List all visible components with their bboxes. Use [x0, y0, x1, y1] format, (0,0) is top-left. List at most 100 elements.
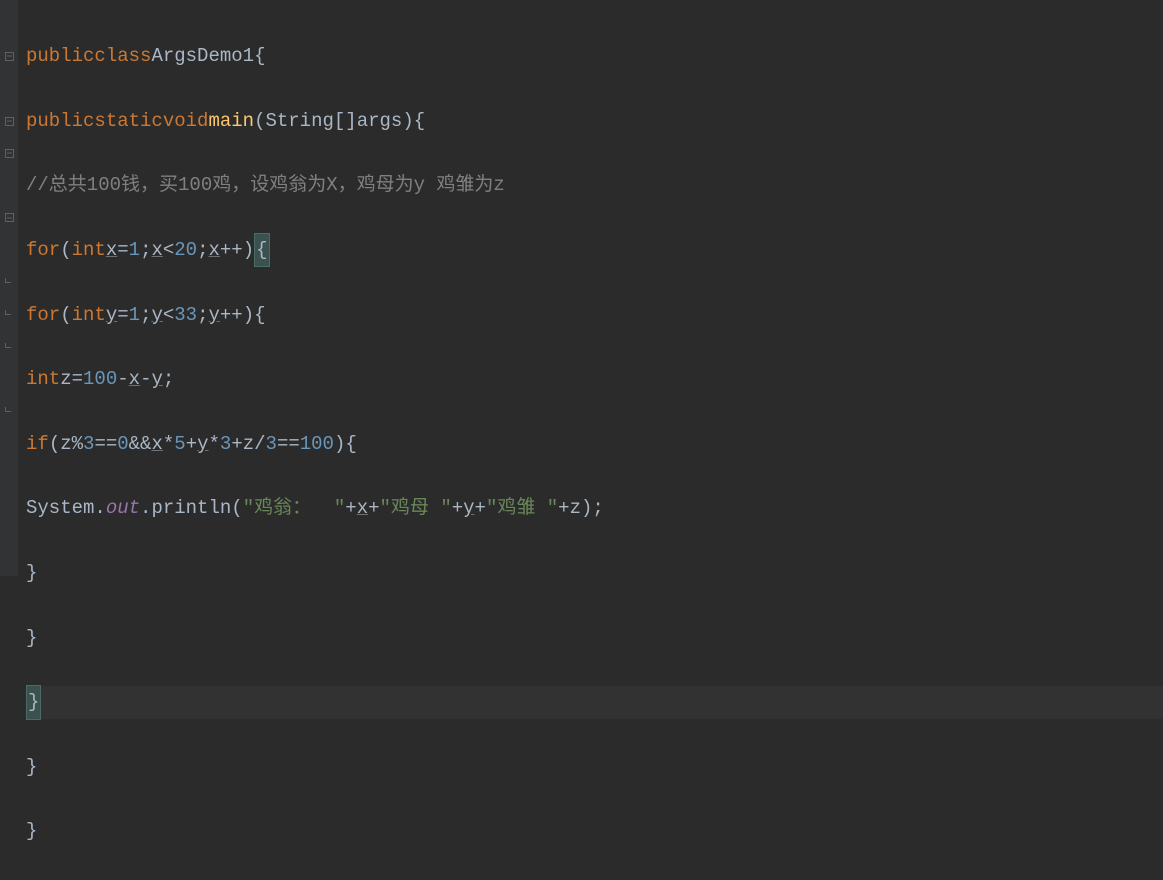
method-call: println — [151, 492, 231, 524]
class-name: ArgsDemo1 — [151, 40, 254, 72]
number: 0 — [117, 428, 128, 460]
param: args — [357, 105, 403, 137]
fold-end-icon — [5, 407, 14, 416]
semicolon: ; — [140, 299, 151, 331]
gutter-fold[interactable] — [0, 105, 18, 137]
gutter-fold-end[interactable] — [0, 396, 18, 428]
fold-minus-icon — [5, 149, 14, 158]
operator: + — [186, 428, 197, 460]
brackets: [] — [334, 105, 357, 137]
gutter-line — [0, 428, 18, 460]
operator: * — [163, 428, 174, 460]
operator: < — [163, 234, 174, 266]
number: 100 — [300, 428, 334, 460]
paren: ) — [243, 234, 254, 266]
variable: z — [243, 428, 254, 460]
brace-matched: { — [254, 233, 269, 267]
gutter-line — [0, 363, 18, 395]
variable: y — [151, 299, 162, 331]
gutter-fold[interactable] — [0, 137, 18, 169]
operator: = — [117, 234, 128, 266]
code-line: } — [26, 815, 1163, 847]
number: 20 — [174, 234, 197, 266]
fold-minus-icon — [5, 213, 14, 222]
keyword: int — [26, 363, 60, 395]
keyword: if — [26, 428, 49, 460]
fold-end-icon — [5, 278, 14, 287]
paren: ( — [254, 105, 265, 137]
variable: x — [209, 234, 220, 266]
brace: { — [345, 428, 356, 460]
brace: { — [414, 105, 425, 137]
operator: + — [231, 428, 242, 460]
paren: ) — [581, 492, 592, 524]
code-line: } — [26, 557, 1163, 589]
operator: + — [345, 492, 356, 524]
dot: . — [94, 492, 105, 524]
gutter-fold-end[interactable] — [0, 331, 18, 363]
class-ref: System — [26, 492, 94, 524]
method-name: main — [208, 105, 254, 137]
semicolon: ; — [140, 234, 151, 266]
keyword: for — [26, 299, 60, 331]
code-line: //总共100钱，买100鸡，设鸡翁为X，鸡母为y 鸡雏为z — [26, 169, 1163, 201]
string: "鸡母 " — [380, 492, 452, 524]
code-line: System.out.println("鸡翁： "+x+"鸡母 "+y+"鸡雏 … — [26, 492, 1163, 524]
code-line: } — [26, 751, 1163, 783]
paren: ) — [402, 105, 413, 137]
variable: x — [151, 428, 162, 460]
operator: = — [72, 363, 83, 395]
code-editor[interactable]: public class ArgsDemo1 { public static v… — [18, 0, 1163, 576]
code-line: public class ArgsDemo1 { — [26, 40, 1163, 72]
fold-minus-icon — [5, 52, 14, 61]
operator: < — [163, 299, 174, 331]
gutter-line — [0, 169, 18, 201]
semicolon: ; — [197, 234, 208, 266]
brace: } — [26, 622, 37, 654]
brace: } — [26, 751, 37, 783]
number: 1 — [129, 299, 140, 331]
operator: - — [117, 363, 128, 395]
gutter-line — [0, 8, 18, 40]
operator: / — [254, 428, 265, 460]
keyword: class — [94, 40, 151, 72]
string: "鸡翁： " — [243, 492, 346, 524]
gutter-fold-end[interactable] — [0, 299, 18, 331]
operator: % — [72, 428, 83, 460]
paren: ) — [334, 428, 345, 460]
variable: z — [570, 492, 581, 524]
brace: { — [254, 40, 265, 72]
brace: } — [26, 815, 37, 847]
gutter-fold[interactable] — [0, 202, 18, 234]
brace-matched: } — [26, 685, 41, 719]
variable: z — [60, 428, 71, 460]
code-line: int z = 100-x-y; — [26, 363, 1163, 395]
code-line: for (int x=1;x<20;x++){ — [26, 234, 1163, 266]
semicolon: ; — [592, 492, 603, 524]
operator: ++ — [220, 234, 243, 266]
fold-end-icon — [5, 310, 14, 319]
editor-gutter — [0, 0, 18, 576]
variable: y — [463, 492, 474, 524]
code-line-current: } — [26, 686, 1163, 718]
number: 100 — [83, 363, 117, 395]
operator: + — [368, 492, 379, 524]
variable: y — [197, 428, 208, 460]
operator: - — [140, 363, 151, 395]
keyword: int — [72, 299, 106, 331]
variable: x — [106, 234, 117, 266]
code-line: for (int y=1;y<33;y++){ — [26, 299, 1163, 331]
variable: y — [209, 299, 220, 331]
paren: ( — [60, 299, 71, 331]
gutter-fold-end[interactable] — [0, 266, 18, 298]
number: 5 — [174, 428, 185, 460]
paren: ) — [243, 299, 254, 331]
operator: == — [94, 428, 117, 460]
string: "鸡雏 " — [486, 492, 558, 524]
fold-end-icon — [5, 343, 14, 352]
semicolon: ; — [197, 299, 208, 331]
gutter-line — [0, 234, 18, 266]
gutter-fold[interactable] — [0, 40, 18, 72]
type: String — [265, 105, 333, 137]
operator: == — [277, 428, 300, 460]
